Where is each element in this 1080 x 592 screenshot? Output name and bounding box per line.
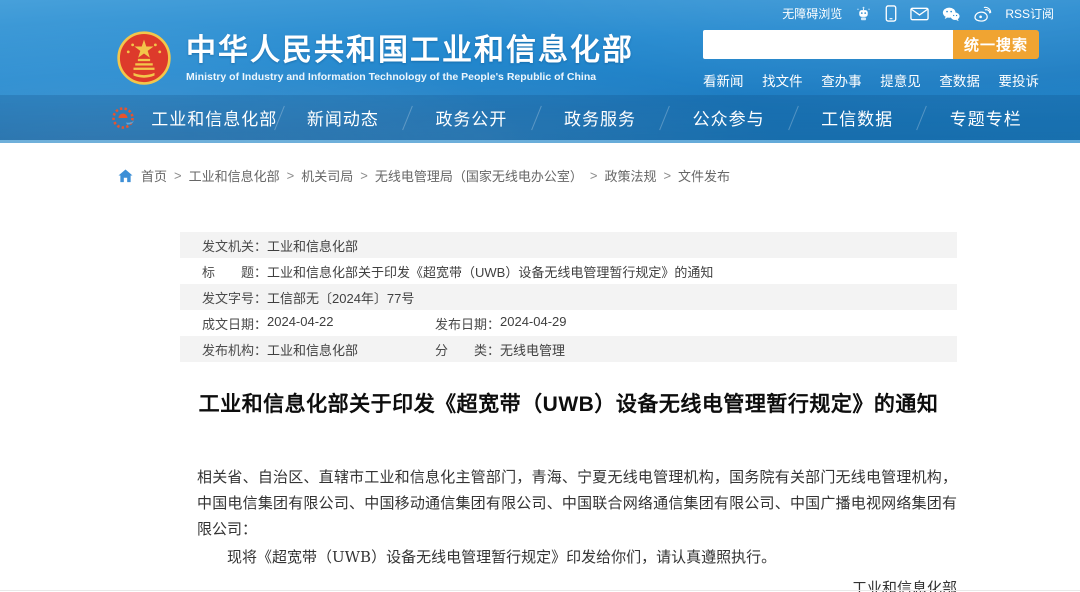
brand: 中华人民共和国工业和信息化部 Ministry of Industry and … xyxy=(116,30,634,86)
meta-table: 发文机关：工业和信息化部标 题：工业和信息化部关于印发《超宽带（UWB）设备无线… xyxy=(180,232,957,362)
nav-item[interactable]: 工业和信息化部 xyxy=(150,105,279,130)
home-icon[interactable] xyxy=(118,169,133,183)
breadcrumb-item[interactable]: 无线电管理局（国家无线电办公室） xyxy=(375,166,583,185)
meta-row: 标 题：工业和信息化部关于印发《超宽带（UWB）设备无线电管理暂行规定》的通知 xyxy=(180,258,957,284)
meta-label: 发文字号： xyxy=(202,288,267,307)
breadcrumb-separator: > xyxy=(287,168,295,183)
quick-links: 看新闻找文件查办事提意见查数据要投诉 xyxy=(703,70,1039,90)
breadcrumb-separator: > xyxy=(360,168,368,183)
meta-cell: 分 类：无线电管理 xyxy=(435,340,565,359)
accessibility-link[interactable]: 无障碍浏览 xyxy=(782,5,842,22)
quick-link[interactable]: 看新闻 xyxy=(703,70,744,90)
nav-item[interactable]: 新闻动态 xyxy=(279,105,408,130)
meta-cell: 发布日期：2024-04-29 xyxy=(435,314,567,333)
breadcrumb-separator: > xyxy=(663,168,671,183)
meta-cell: 成文日期：2024-04-22 xyxy=(202,314,435,333)
miit-logo-icon xyxy=(110,104,138,132)
breadcrumb-item: 文件发布 xyxy=(678,166,730,185)
meta-label: 标 题： xyxy=(202,262,267,281)
meta-label: 发文机关： xyxy=(202,236,267,255)
meta-value: 工信部无〔2024年〕77号 xyxy=(267,288,414,307)
page: 无障碍浏览 RSS订阅 中 xyxy=(0,0,1080,592)
weibo-icon[interactable] xyxy=(973,6,992,22)
search-row: 统一搜索 xyxy=(703,30,1039,59)
mail-icon[interactable] xyxy=(910,7,929,21)
nav-item[interactable]: 专题专栏 xyxy=(921,105,1050,130)
breadcrumb-separator: > xyxy=(174,168,182,183)
breadcrumb-item[interactable]: 首页 xyxy=(141,166,167,185)
nav-item[interactable]: 政务公开 xyxy=(407,105,536,130)
meta-cell: 标 题：工业和信息化部关于印发《超宽带（UWB）设备无线电管理暂行规定》的通知 xyxy=(202,262,713,281)
breadcrumb-item[interactable]: 政策法规 xyxy=(604,166,656,185)
quick-link[interactable]: 找文件 xyxy=(762,70,803,90)
quick-link[interactable]: 查数据 xyxy=(939,70,980,90)
site-header: 无障碍浏览 RSS订阅 中 xyxy=(0,0,1080,143)
nav-item[interactable]: 工信数据 xyxy=(793,105,922,130)
rss-link[interactable]: RSS订阅 xyxy=(1005,5,1054,22)
meta-cell: 发布机构：工业和信息化部 xyxy=(202,340,435,359)
breadcrumb-separator: > xyxy=(590,168,598,183)
brand-text: 中华人民共和国工业和信息化部 Ministry of Industry and … xyxy=(186,33,634,83)
meta-row: 发布机构：工业和信息化部分 类：无线电管理 xyxy=(180,336,957,362)
bottom-divider xyxy=(0,590,1080,591)
meta-value: 2024-04-22 xyxy=(267,314,334,333)
meta-label: 发布日期： xyxy=(435,314,500,333)
document-body: 相关省、自治区、直辖市工业和信息化主管部门，青海、宁夏无线电管理机构，国务院有关… xyxy=(180,464,957,570)
meta-row: 成文日期：2024-04-22发布日期：2024-04-29 xyxy=(180,310,957,336)
nav-item[interactable]: 公众参与 xyxy=(664,105,793,130)
nav-item[interactable]: 政务服务 xyxy=(536,105,665,130)
document-content: 发文机关：工业和信息化部标 题：工业和信息化部关于印发《超宽带（UWB）设备无线… xyxy=(180,232,957,592)
meta-label: 成文日期： xyxy=(202,314,267,333)
site-title-en: Ministry of Industry and Information Tec… xyxy=(186,71,634,83)
meta-value: 工业和信息化部关于印发《超宽带（UWB）设备无线电管理暂行规定》的通知 xyxy=(267,262,713,281)
meta-label: 发布机构： xyxy=(202,340,267,359)
robot-icon[interactable] xyxy=(855,5,872,22)
quick-link[interactable]: 查办事 xyxy=(821,70,862,90)
meta-value: 2024-04-29 xyxy=(500,314,567,333)
breadcrumb-item[interactable]: 工业和信息化部 xyxy=(189,166,280,185)
breadcrumb-item[interactable]: 机关司局 xyxy=(301,166,353,185)
meta-cell: 发文机关：工业和信息化部 xyxy=(202,236,358,255)
site-title: 中华人民共和国工业和信息化部 xyxy=(186,33,634,69)
meta-row: 发文机关：工业和信息化部 xyxy=(180,232,957,258)
body-paragraph: 相关省、自治区、直辖市工业和信息化主管部门，青海、宁夏无线电管理机构，国务院有关… xyxy=(197,464,957,542)
topbar: 无障碍浏览 RSS订阅 xyxy=(0,0,1080,27)
document-title: 工业和信息化部关于印发《超宽带（UWB）设备无线电管理暂行规定》的通知 xyxy=(180,388,957,418)
quick-link[interactable]: 要投诉 xyxy=(998,70,1039,90)
breadcrumb: 首页 > 工业和信息化部 > 机关司局 > 无线电管理局（国家无线电办公室） > 政策法规 > 文件… xyxy=(0,143,1080,185)
mobile-icon[interactable] xyxy=(885,5,897,22)
meta-value: 无线电管理 xyxy=(500,340,565,359)
search-area: 统一搜索 看新闻找文件查办事提意见查数据要投诉 xyxy=(703,30,1039,90)
header-main: 中华人民共和国工业和信息化部 Ministry of Industry and … xyxy=(0,27,1080,90)
quick-link[interactable]: 提意见 xyxy=(880,70,921,90)
meta-cell: 发文字号：工信部无〔2024年〕77号 xyxy=(202,288,414,307)
meta-label: 分 类： xyxy=(435,340,500,359)
wechat-icon[interactable] xyxy=(942,6,960,22)
body-paragraph: 现将《超宽带（UWB）设备无线电管理暂行规定》印发给你们，请认真遵照执行。 xyxy=(197,544,957,570)
meta-value: 工业和信息化部 xyxy=(267,236,358,255)
search-input[interactable] xyxy=(703,30,953,59)
main-nav: 工业和信息化部新闻动态政务公开政务服务公众参与工信数据专题专栏 xyxy=(0,95,1080,143)
meta-value: 工业和信息化部 xyxy=(267,340,358,359)
search-button[interactable]: 统一搜索 xyxy=(953,30,1039,59)
national-emblem-icon xyxy=(116,30,172,86)
meta-row: 发文字号：工信部无〔2024年〕77号 xyxy=(180,284,957,310)
